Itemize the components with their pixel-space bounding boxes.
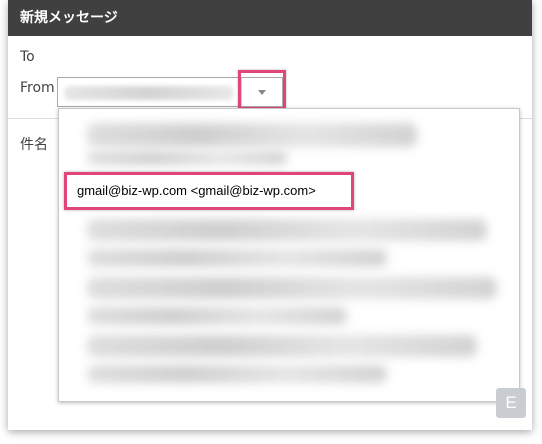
corner-badge: E — [496, 388, 526, 418]
highlight-frame-toggle — [238, 70, 286, 110]
blurred-option[interactable] — [87, 335, 477, 357]
blurred-option[interactable] — [87, 123, 417, 147]
from-dropdown-list[interactable]: gmail@biz-wp.com <gmail@biz-wp.com> — [58, 108, 520, 402]
compose-window: 新規メッセージ To From 件名 gmail@biz-wp.com <gma… — [8, 0, 532, 430]
highlighted-option-frame[interactable]: gmail@biz-wp.com <gmail@biz-wp.com> — [64, 172, 354, 210]
blurred-selected-address — [64, 86, 234, 100]
from-label: From — [20, 80, 55, 96]
to-label: To — [20, 49, 35, 65]
subject-label: 件名 — [20, 137, 48, 153]
window-title: 新規メッセージ — [8, 0, 532, 36]
blurred-option[interactable] — [87, 219, 487, 241]
blurred-option[interactable] — [87, 151, 287, 165]
from-option-gmail[interactable]: gmail@biz-wp.com <gmail@biz-wp.com> — [77, 183, 316, 198]
blurred-option[interactable] — [87, 365, 387, 383]
blurred-option[interactable] — [87, 307, 347, 325]
blurred-option[interactable] — [87, 249, 387, 267]
blurred-option[interactable] — [87, 277, 497, 299]
